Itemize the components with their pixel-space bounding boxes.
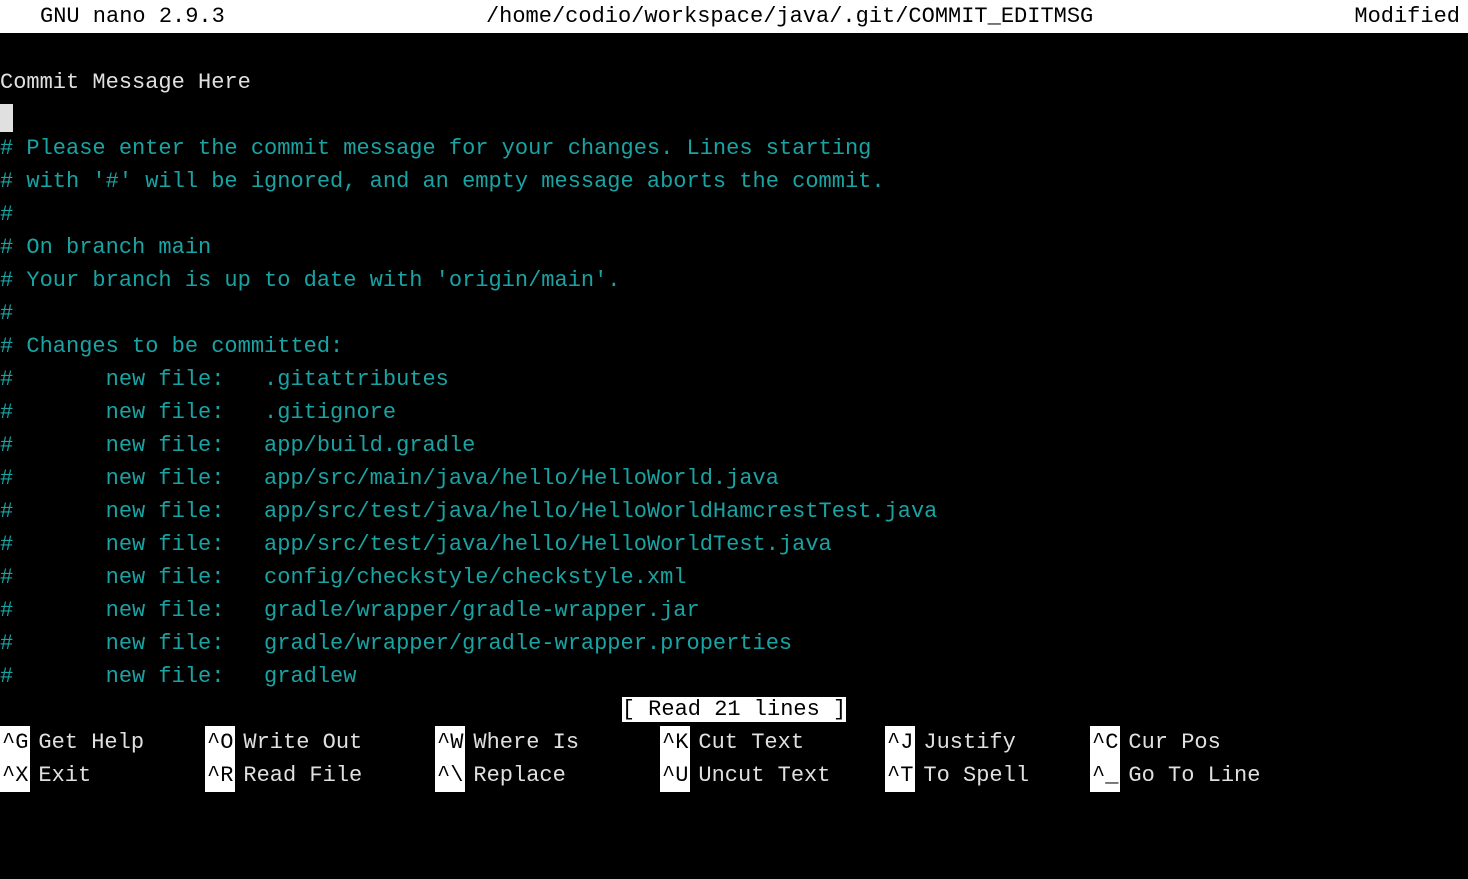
- key-description: Replace: [465, 759, 565, 792]
- comment-line[interactable]: # new file: .gitignore: [0, 396, 1468, 429]
- commit-message-line[interactable]: Commit Message Here: [0, 66, 1468, 99]
- shortcut-justify[interactable]: ^JJustify: [885, 726, 1090, 759]
- comment-line[interactable]: # new file: gradle/wrapper/gradle-wrappe…: [0, 627, 1468, 660]
- key-description: Cut Text: [690, 726, 804, 759]
- key-label: ^_: [1090, 759, 1120, 792]
- comment-line[interactable]: # new file: .gitattributes: [0, 363, 1468, 396]
- comment-line[interactable]: #: [0, 198, 1468, 231]
- file-path: /home/codio/workspace/java/.git/COMMIT_E…: [225, 0, 1355, 33]
- comment-line[interactable]: # with '#' will be ignored, and an empty…: [0, 165, 1468, 198]
- key-description: Go To Line: [1120, 759, 1260, 792]
- shortcut-write-out[interactable]: ^OWrite Out: [205, 726, 435, 759]
- blank-line: [0, 33, 1468, 66]
- comment-line[interactable]: # Changes to be committed:: [0, 330, 1468, 363]
- key-label: ^C: [1090, 726, 1120, 759]
- key-description: Where Is: [465, 726, 579, 759]
- comment-line[interactable]: # new file: gradlew: [0, 660, 1468, 693]
- comment-line[interactable]: # Your branch is up to date with 'origin…: [0, 264, 1468, 297]
- shortcut-replace[interactable]: ^\Replace: [435, 759, 660, 792]
- shortcut-cut-text[interactable]: ^KCut Text: [660, 726, 885, 759]
- shortcut-go-to-line[interactable]: ^_Go To Line: [1090, 759, 1325, 792]
- key-label: ^R: [205, 759, 235, 792]
- key-description: To Spell: [915, 759, 1029, 792]
- editor-area[interactable]: Commit Message Here # Please enter the c…: [0, 33, 1468, 693]
- key-label: ^X: [0, 759, 30, 792]
- key-label: ^W: [435, 726, 465, 759]
- status-line: [ Read 21 lines ]: [0, 693, 1468, 726]
- cursor: [0, 104, 13, 132]
- key-label: ^T: [885, 759, 915, 792]
- shortcut-exit[interactable]: ^XExit: [0, 759, 205, 792]
- shortcut-uncut-text[interactable]: ^UUncut Text: [660, 759, 885, 792]
- comment-line[interactable]: #: [0, 297, 1468, 330]
- comment-line[interactable]: # new file: gradle/wrapper/gradle-wrappe…: [0, 594, 1468, 627]
- comment-line[interactable]: # On branch main: [0, 231, 1468, 264]
- key-description: Uncut Text: [690, 759, 830, 792]
- key-label: ^G: [0, 726, 30, 759]
- key-label: ^\: [435, 759, 465, 792]
- key-description: Get Help: [30, 726, 144, 759]
- key-description: Exit: [30, 759, 91, 792]
- shortcut-get-help[interactable]: ^GGet Help: [0, 726, 205, 759]
- key-description: Justify: [915, 726, 1015, 759]
- key-description: Read File: [235, 759, 362, 792]
- key-label: ^U: [660, 759, 690, 792]
- shortcuts-bar: ^GGet Help ^OWrite Out ^WWhere Is ^KCut …: [0, 726, 1468, 792]
- cursor-line[interactable]: [0, 99, 1468, 132]
- comment-line[interactable]: # new file: config/checkstyle/checkstyle…: [0, 561, 1468, 594]
- comment-line[interactable]: # Please enter the commit message for yo…: [0, 132, 1468, 165]
- comment-line[interactable]: # new file: app/src/main/java/hello/Hell…: [0, 462, 1468, 495]
- shortcut-row-2: ^XExit ^RRead File ^\Replace ^UUncut Tex…: [0, 759, 1468, 792]
- shortcut-to-spell[interactable]: ^TTo Spell: [885, 759, 1090, 792]
- app-name: GNU nano 2.9.3: [4, 0, 225, 33]
- key-label: ^O: [205, 726, 235, 759]
- shortcut-read-file[interactable]: ^RRead File: [205, 759, 435, 792]
- title-bar: GNU nano 2.9.3 /home/codio/workspace/jav…: [0, 0, 1468, 33]
- status-message: [ Read 21 lines ]: [622, 697, 846, 722]
- comment-line[interactable]: # new file: app/src/test/java/hello/Hell…: [0, 495, 1468, 528]
- key-description: Cur Pos: [1120, 726, 1220, 759]
- key-description: Write Out: [235, 726, 362, 759]
- key-label: ^K: [660, 726, 690, 759]
- key-label: ^J: [885, 726, 915, 759]
- file-status: Modified: [1354, 0, 1464, 33]
- shortcut-row-1: ^GGet Help ^OWrite Out ^WWhere Is ^KCut …: [0, 726, 1468, 759]
- comment-line[interactable]: # new file: app/build.gradle: [0, 429, 1468, 462]
- shortcut-where-is[interactable]: ^WWhere Is: [435, 726, 660, 759]
- shortcut-cur-pos[interactable]: ^CCur Pos: [1090, 726, 1325, 759]
- comment-line[interactable]: # new file: app/src/test/java/hello/Hell…: [0, 528, 1468, 561]
